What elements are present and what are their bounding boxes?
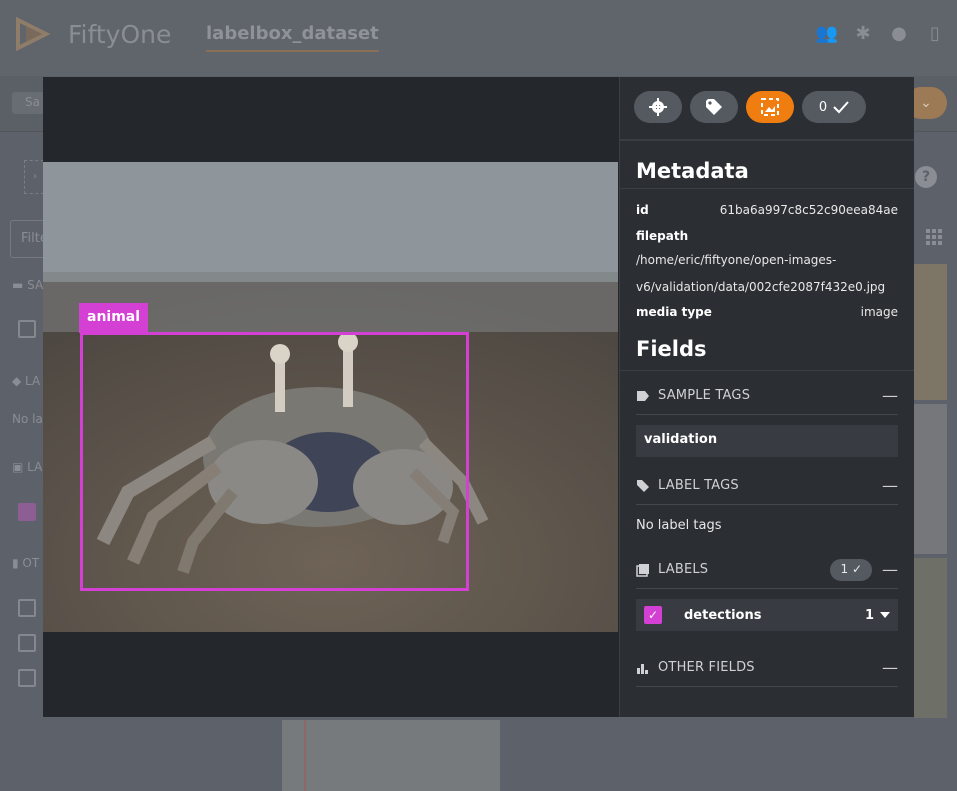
- tag-icon: [637, 479, 649, 492]
- detections-field-row[interactable]: ✓ detections 1: [636, 599, 898, 631]
- collapse-icon[interactable]: —: [882, 560, 898, 579]
- metadata-id-row: id 61ba6a997c8c52c90eea84ae: [620, 203, 914, 217]
- sidebar-checkbox[interactable]: [18, 634, 36, 652]
- field-count: 1: [864, 607, 874, 623]
- metadata-key: filepath: [636, 229, 689, 243]
- metadata-key: media type: [636, 305, 712, 319]
- sample-modal: animal 0 Metadata id 61ba6a997c8c52c90ee…: [43, 77, 914, 717]
- grid-thumbnail[interactable]: [282, 720, 500, 791]
- field-name: detections: [684, 607, 762, 623]
- tag-icon: [706, 99, 722, 115]
- sample-tag-item: validation: [636, 425, 898, 457]
- group-label: LABEL TAGS: [658, 478, 739, 493]
- book-icon[interactable]: ▯: [923, 22, 947, 46]
- metadata-title: Metadata: [620, 159, 914, 189]
- gear-icon: [649, 98, 667, 116]
- group-label: SAMPLE TAGS: [658, 388, 751, 403]
- detections-checkbox[interactable]: ✓: [644, 606, 662, 624]
- sidebar-checkbox[interactable]: [18, 320, 36, 338]
- sidebar-section-labels: ▣ LA: [12, 460, 43, 474]
- grid-thumbnail[interactable]: [914, 404, 947, 554]
- sample-image[interactable]: animal: [43, 162, 618, 632]
- metadata-filepath-value-1: /home/eric/fiftyone/open-images-: [636, 253, 837, 267]
- sidebar-section-other: ▮ OT: [12, 556, 40, 570]
- sample-tags-group-header[interactable]: SAMPLE TAGS —: [636, 377, 898, 415]
- sidebar-section-label-tags: ◆ LA: [12, 374, 41, 388]
- collapse-icon[interactable]: —: [882, 476, 898, 495]
- sidebar-checkbox[interactable]: [18, 599, 36, 617]
- github-icon[interactable]: ●: [887, 22, 911, 46]
- check-icon: [833, 101, 849, 114]
- help-icon[interactable]: ?: [915, 166, 937, 188]
- sidebar-checkbox-checked[interactable]: [18, 503, 36, 521]
- people-icon[interactable]: 👥: [815, 22, 839, 46]
- metadata-value: image: [860, 305, 898, 319]
- sidebar-toggle[interactable]: ›: [24, 160, 44, 194]
- sidebar-no-label-text: No la: [12, 412, 43, 426]
- fields-title: Fields: [620, 337, 914, 371]
- image-viewer[interactable]: animal: [43, 77, 618, 717]
- tag-button[interactable]: [690, 91, 738, 123]
- labels-count-badge[interactable]: 1 ✓: [830, 558, 872, 581]
- metadata-value: 61ba6a997c8c52c90eea84ae: [719, 203, 898, 217]
- selected-count: 0: [818, 99, 828, 115]
- labels-group-header[interactable]: LABELS 1 ✓ —: [636, 551, 898, 589]
- detection-bounding-box[interactable]: [80, 332, 469, 591]
- group-label: LABELS: [658, 562, 709, 577]
- detection-label: animal: [79, 303, 149, 333]
- metadata-media-type-row: media type image: [620, 305, 914, 319]
- image-stack-icon: [636, 563, 649, 577]
- app-header: FiftyOne labelbox_dataset 👥 ✱ ● ▯: [0, 0, 957, 76]
- selected-count-button[interactable]: 0: [802, 91, 866, 123]
- grid-view-icon[interactable]: [926, 229, 942, 245]
- sidebar-section-sample-tags: ▬ SA: [12, 278, 44, 292]
- metadata-filepath-row: filepath: [620, 229, 914, 243]
- group-label: OTHER FIELDS: [658, 660, 755, 675]
- brand-title: FiftyOne: [68, 20, 172, 49]
- label-tags-empty-text: No label tags: [636, 518, 722, 533]
- settings-button[interactable]: [634, 91, 682, 123]
- dataset-selector[interactable]: labelbox_dataset: [206, 23, 379, 52]
- grid-thumbnail[interactable]: [914, 558, 947, 718]
- metadata-key: id: [636, 203, 649, 217]
- bar-chart-icon: [637, 663, 648, 674]
- sidebar-checkbox[interactable]: [18, 669, 36, 687]
- crop-to-content-button[interactable]: [746, 91, 794, 123]
- slack-icon[interactable]: ✱: [851, 22, 875, 46]
- collapse-icon[interactable]: —: [882, 386, 898, 405]
- collapse-icon[interactable]: —: [882, 658, 898, 677]
- label-tags-group-header[interactable]: LABEL TAGS —: [636, 467, 898, 505]
- modal-toolbar: 0: [620, 77, 914, 141]
- tag-label-icon: [637, 390, 649, 401]
- chevron-down-icon[interactable]: [880, 612, 890, 618]
- crop-icon: [761, 98, 779, 116]
- fiftyone-logo-icon: [16, 16, 51, 52]
- grid-thumbnail[interactable]: [914, 264, 947, 400]
- sample-sidebar: 0 Metadata id 61ba6a997c8c52c90eea84ae f…: [619, 77, 914, 717]
- other-fields-group-header[interactable]: OTHER FIELDS —: [636, 649, 898, 687]
- metadata-filepath-value-2: v6/validation/data/002cfe2087f432e0.jpg: [636, 280, 886, 294]
